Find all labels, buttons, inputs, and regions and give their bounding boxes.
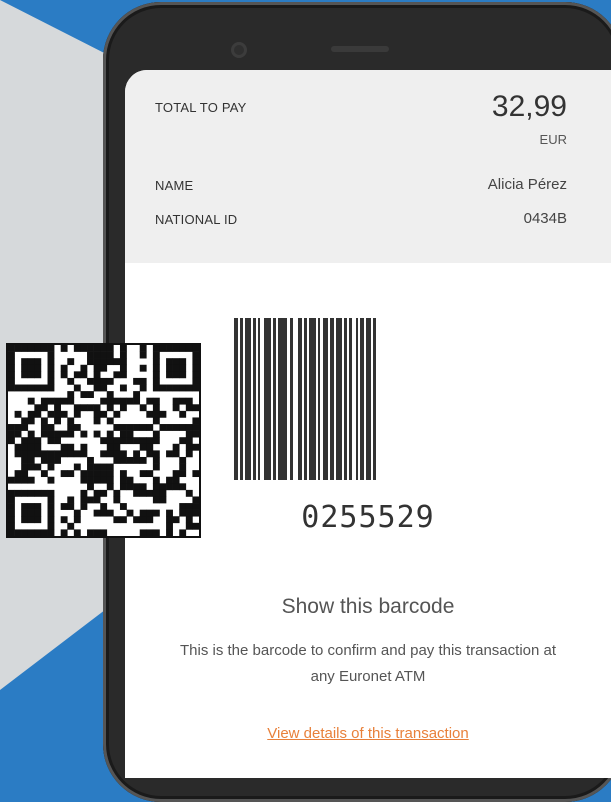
currency-label: EUR [539, 132, 567, 147]
payment-summary: TOTAL TO PAY 32,99 EUR NAME Alicia Pérez… [125, 70, 611, 263]
barcode-image [234, 318, 376, 480]
national-id-value: 0434B [523, 210, 567, 227]
total-label: TOTAL TO PAY [155, 100, 247, 115]
total-value: 32,99 [491, 90, 567, 123]
speaker-icon [331, 46, 389, 52]
instructions-description: This is the barcode to confirm and pay t… [179, 642, 557, 685]
camera-icon [231, 42, 247, 58]
name-value: Alicia Pérez [487, 176, 567, 193]
qr-code-icon [6, 343, 201, 538]
name-label: NAME [155, 178, 194, 193]
instructions-heading: Show this barcode [281, 595, 455, 618]
view-details-link[interactable]: View details of this transaction [125, 725, 611, 742]
national-id-label: NATIONAL ID [155, 212, 238, 227]
